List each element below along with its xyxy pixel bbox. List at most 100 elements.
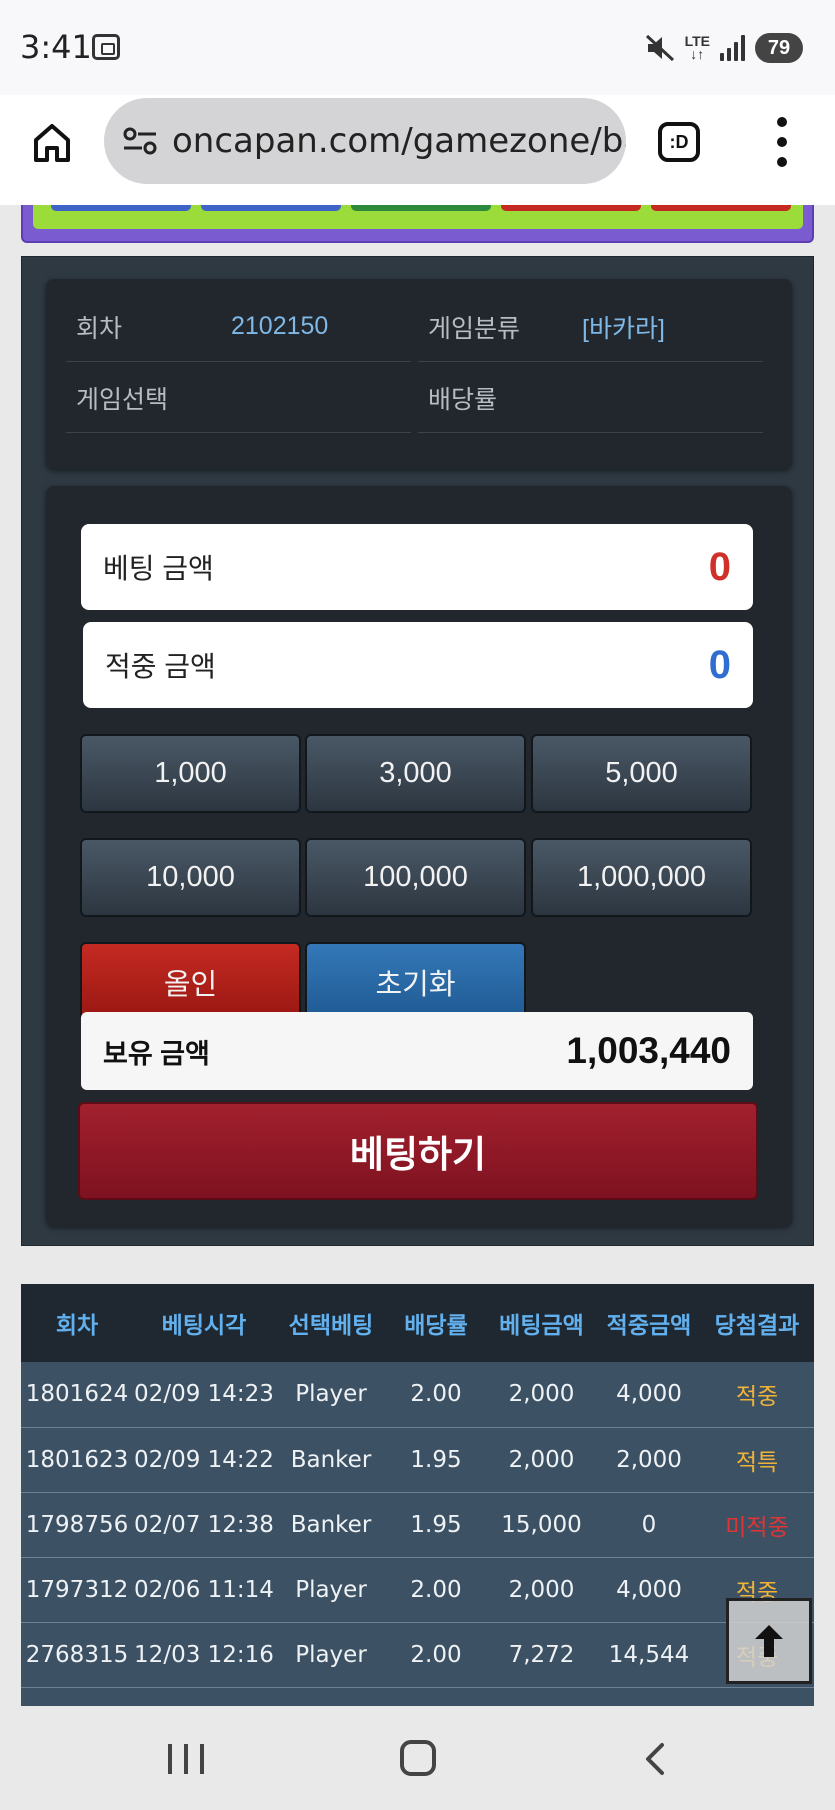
strip-button-red-1[interactable] bbox=[501, 205, 641, 211]
reset-button[interactable]: 초기화 bbox=[305, 942, 526, 1021]
cell-bet: 2,000 bbox=[485, 1557, 598, 1623]
address-bar[interactable]: oncapan.com/gamezone/ba bbox=[104, 98, 626, 184]
strip-button-blue-2[interactable] bbox=[201, 205, 341, 211]
tab-switcher-icon[interactable]: :D bbox=[658, 122, 700, 162]
balance-value: 1,003,440 bbox=[566, 1030, 731, 1071]
game-select-cell: 게임선택 bbox=[66, 363, 411, 433]
cell-time: 02/09 14:22 bbox=[133, 1427, 275, 1493]
bet-amount-label: 베팅 금액 bbox=[103, 553, 214, 584]
cell-odds: 2.00 bbox=[387, 1622, 485, 1688]
cell-round: 1797312 bbox=[21, 1557, 133, 1623]
cell-round: 2768315 bbox=[21, 1622, 133, 1688]
cell-win: 14,544 bbox=[598, 1622, 700, 1688]
game-info-box: 회차 2102150 게임분류 [바카라] 게임선택 배당률 bbox=[46, 279, 792, 469]
table-row: 1801624 02/09 14:23 Player 2.00 2,000 4,… bbox=[21, 1362, 814, 1428]
cell-odds: 2.00 bbox=[387, 1362, 485, 1428]
browser-toolbar: oncapan.com/gamezone/ba :D bbox=[0, 95, 835, 205]
cell-time: 02/09 14:23 bbox=[133, 1362, 275, 1428]
cell-round: 1798756 bbox=[21, 1492, 133, 1558]
table-row: 1798756 02/07 12:38 Banker 1.95 15,000 0… bbox=[21, 1492, 814, 1558]
status-bar: 3:41 LTE ↓↑ 79 bbox=[0, 0, 835, 95]
cell-result: 적특 bbox=[700, 1427, 814, 1493]
allin-button[interactable]: 올인 bbox=[80, 942, 301, 1021]
odds-label: 배당률 bbox=[428, 385, 498, 414]
status-time: 3:41 bbox=[20, 28, 92, 66]
gallery-icon bbox=[92, 34, 120, 60]
chip-1000000-button[interactable]: 1,000,000 bbox=[531, 838, 752, 917]
strip-button-blue-1[interactable] bbox=[51, 205, 191, 211]
cell-bet: 15,000 bbox=[485, 1492, 598, 1558]
home-nav-icon[interactable] bbox=[400, 1740, 436, 1776]
home-icon[interactable] bbox=[30, 120, 74, 164]
cell-round: 1801623 bbox=[21, 1427, 133, 1493]
col-header: 베팅금액 bbox=[499, 1312, 584, 1338]
game-select-strip bbox=[21, 205, 814, 243]
cell-odds: 1.95 bbox=[387, 1427, 485, 1493]
col-header: 회차 bbox=[55, 1312, 99, 1338]
round-cell: 회차 2102150 bbox=[66, 292, 411, 362]
recent-apps-icon[interactable] bbox=[168, 1744, 204, 1774]
back-icon[interactable] bbox=[640, 1742, 670, 1776]
col-header: 배당률 bbox=[404, 1312, 468, 1338]
chip-3000-button[interactable]: 3,000 bbox=[305, 734, 526, 813]
win-amount-value: 0 bbox=[708, 642, 731, 687]
signal-icon bbox=[720, 35, 745, 61]
betting-panel: 회차 2102150 게임분류 [바카라] 게임선택 배당률 베팅 금액 0 적… bbox=[21, 256, 814, 1246]
chip-5000-button[interactable]: 5,000 bbox=[531, 734, 752, 813]
info-row-1: 회차 2102150 게임분류 [바카라] bbox=[66, 292, 776, 362]
network-type: LTE ↓↑ bbox=[684, 33, 710, 62]
cell-bet: 2,000 bbox=[485, 1427, 598, 1493]
scroll-to-top-button[interactable] bbox=[726, 1598, 812, 1684]
cell-bet: 7,272 bbox=[485, 1622, 598, 1688]
cell-bet: 2,000 bbox=[485, 1362, 598, 1428]
cell-pick: Player bbox=[275, 1557, 387, 1623]
bet-amount-field[interactable]: 베팅 금액 0 bbox=[81, 524, 753, 610]
col-header: 적중금액 bbox=[606, 1312, 692, 1338]
url-text: oncapan.com/gamezone/ba bbox=[172, 121, 626, 161]
balance-field: 보유 금액 1,003,440 bbox=[81, 1012, 753, 1090]
win-amount-field: 적중 금액 0 bbox=[83, 622, 753, 708]
round-value: 2102150 bbox=[231, 312, 329, 340]
cell-round: 1801624 bbox=[21, 1362, 133, 1428]
table-row: 2768315 12/03 12:16 Player 2.00 7,272 14… bbox=[21, 1622, 814, 1688]
odds-cell: 배당률 bbox=[418, 363, 763, 433]
place-bet-button[interactable]: 베팅하기 bbox=[78, 1102, 758, 1200]
balance-label: 보유 금액 bbox=[103, 1038, 210, 1069]
cell-pick: Player bbox=[275, 1362, 387, 1428]
bet-amount-value: 0 bbox=[708, 544, 731, 589]
cell-pick: Banker bbox=[275, 1427, 387, 1493]
cell-odds: 1.95 bbox=[387, 1492, 485, 1558]
bet-history: 회차 베팅시각 선택베팅 배당률 베팅금액 적중금액 당첨결과 1801624 … bbox=[21, 1284, 814, 1706]
chip-10000-button[interactable]: 10,000 bbox=[80, 838, 301, 917]
cell-odds: 2.00 bbox=[387, 1557, 485, 1623]
table-header-row: 회차 베팅시각 선택베팅 배당률 베팅금액 적중금액 당첨결과 bbox=[21, 1284, 814, 1362]
category-value: [바카라] bbox=[582, 314, 665, 343]
bet-form: 베팅 금액 0 적중 금액 0 1,000 3,000 5,000 10,000… bbox=[46, 486, 792, 1226]
cell-time: 02/06 11:14 bbox=[133, 1557, 275, 1623]
strip-background bbox=[33, 205, 803, 229]
chip-100000-button[interactable]: 100,000 bbox=[305, 838, 526, 917]
tune-icon[interactable] bbox=[122, 126, 158, 156]
category-label: 게임분류 bbox=[428, 314, 521, 343]
cell-win: 2,000 bbox=[598, 1427, 700, 1493]
table-row: 1801623 02/09 14:22 Banker 1.95 2,000 2,… bbox=[21, 1427, 814, 1493]
system-nav-bar bbox=[0, 1706, 835, 1810]
cell-time: 12/03 12:16 bbox=[133, 1622, 275, 1688]
cell-win: 0 bbox=[598, 1492, 700, 1558]
col-header: 당첨결과 bbox=[714, 1312, 800, 1338]
chip-1000-button[interactable]: 1,000 bbox=[80, 734, 301, 813]
col-header: 베팅시각 bbox=[161, 1312, 247, 1338]
more-vert-icon[interactable] bbox=[770, 117, 794, 167]
cell-win: 4,000 bbox=[598, 1557, 700, 1623]
game-select-label: 게임선택 bbox=[76, 385, 169, 414]
status-icons: LTE ↓↑ 79 bbox=[645, 30, 803, 66]
cell-pick: Player bbox=[275, 1622, 387, 1688]
cell-result: 미적중 bbox=[700, 1492, 814, 1558]
win-amount-label: 적중 금액 bbox=[105, 651, 216, 682]
table-row: 1797312 02/06 11:14 Player 2.00 2,000 4,… bbox=[21, 1557, 814, 1623]
bet-history-table: 회차 베팅시각 선택베팅 배당률 베팅금액 적중금액 당첨결과 1801624 … bbox=[21, 1284, 814, 1688]
strip-button-red-2[interactable] bbox=[651, 205, 791, 211]
strip-button-green[interactable] bbox=[351, 205, 491, 211]
cell-result: 적중 bbox=[700, 1362, 814, 1428]
arrow-up-icon bbox=[755, 1625, 783, 1657]
